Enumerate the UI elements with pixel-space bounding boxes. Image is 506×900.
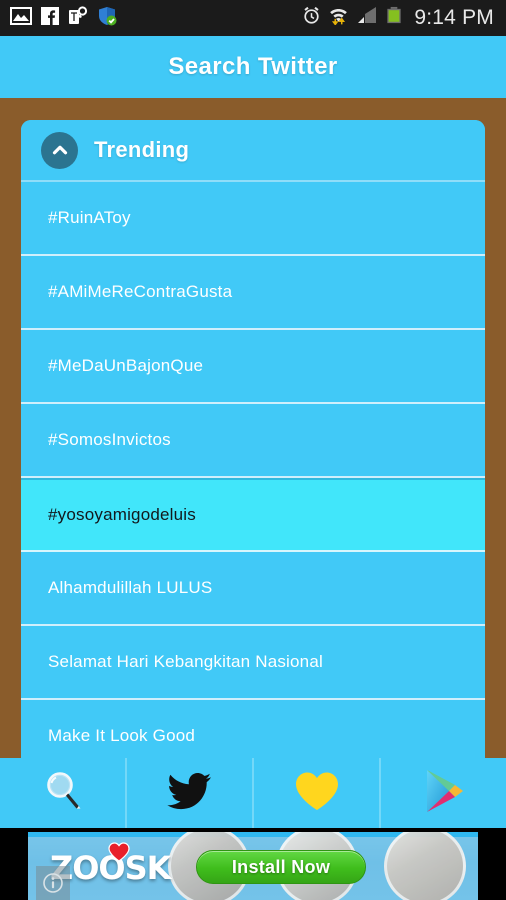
tmobile-key-icon <box>68 5 88 31</box>
trending-list-item[interactable]: #RuinAToy <box>21 182 485 256</box>
trending-list-item-label: #RuinAToy <box>48 208 131 227</box>
trending-list-item[interactable]: #MeDaUnBajonQue <box>21 330 485 404</box>
trending-list-item-label: Alhamdulillah LULUS <box>48 578 213 597</box>
trending-list-item-label: #yosoyamigodeluis <box>48 505 196 524</box>
trending-list-item-label: Selamat Hari Kebangkitan Nasional <box>48 652 323 671</box>
alarm-clock-icon <box>302 6 321 30</box>
trending-list-item-label: #AMiMeReContraGusta <box>48 282 233 301</box>
ad-banner[interactable]: ZOOSK Install Now <box>28 832 478 900</box>
trending-list-item[interactable]: Selamat Hari Kebangkitan Nasional <box>21 626 485 700</box>
trending-card: Trending #RuinAToy #AMiMeReContraGusta #Me… <box>21 120 485 758</box>
cellular-signal-icon <box>356 6 378 30</box>
phone-screen: 9:14 PM Search Twitter Trending #RuinATo… <box>0 0 506 900</box>
action-bar: Search Twitter <box>0 36 506 98</box>
trending-list-item[interactable]: #yosoyamigodeluis <box>21 478 485 552</box>
trending-list: #RuinAToy #AMiMeReContraGusta #MeDaUnBajon… <box>21 182 485 758</box>
play-store-tab[interactable] <box>381 758 506 828</box>
battery-icon <box>385 6 403 30</box>
trending-header-label: Trending <box>94 137 190 162</box>
ad-zone: ZOOSK Install Now <box>0 828 506 900</box>
status-bar: 9:14 PM <box>0 0 506 36</box>
chevron-up-icon[interactable] <box>41 131 78 169</box>
photo-icon <box>10 6 32 30</box>
trending-list-item-label: #MeDaUnBajonQue <box>48 356 204 375</box>
google-play-icon <box>422 768 466 819</box>
page-title: Search Twitter <box>168 53 338 80</box>
heart-icon <box>294 770 340 817</box>
status-bar-left-icons <box>10 5 117 31</box>
ad-heart-icon <box>108 842 130 862</box>
twitter-tab[interactable] <box>127 758 254 828</box>
trending-list-item[interactable]: Make It Look Good <box>21 700 485 758</box>
install-now-button[interactable]: Install Now <box>196 850 366 884</box>
shield-check-icon <box>97 6 117 31</box>
trending-list-item[interactable]: #SomosInvictos <box>21 404 485 478</box>
twitter-bird-icon <box>166 771 213 816</box>
trending-header[interactable]: Trending <box>21 120 485 182</box>
trending-list-item-label: Make It Look Good <box>48 726 196 745</box>
status-bar-right-icons: 9:14 PM <box>302 6 498 30</box>
trending-list-item[interactable]: Alhamdulillah LULUS <box>21 552 485 626</box>
search-tab[interactable] <box>0 758 127 828</box>
install-now-label: Install Now <box>231 856 331 877</box>
ad-info-icon[interactable] <box>36 866 70 900</box>
status-bar-clock: 9:14 PM <box>414 6 494 29</box>
magnifier-icon <box>40 768 86 819</box>
trending-list-item-label: #SomosInvictos <box>48 430 171 449</box>
bottom-nav-bar <box>0 758 506 828</box>
facebook-icon <box>41 6 59 30</box>
trending-list-item[interactable]: #AMiMeReContraGusta <box>21 256 485 330</box>
wifi-transfer-icon <box>328 6 349 30</box>
favorites-tab[interactable] <box>254 758 381 828</box>
ad-profile-photo <box>384 832 466 900</box>
